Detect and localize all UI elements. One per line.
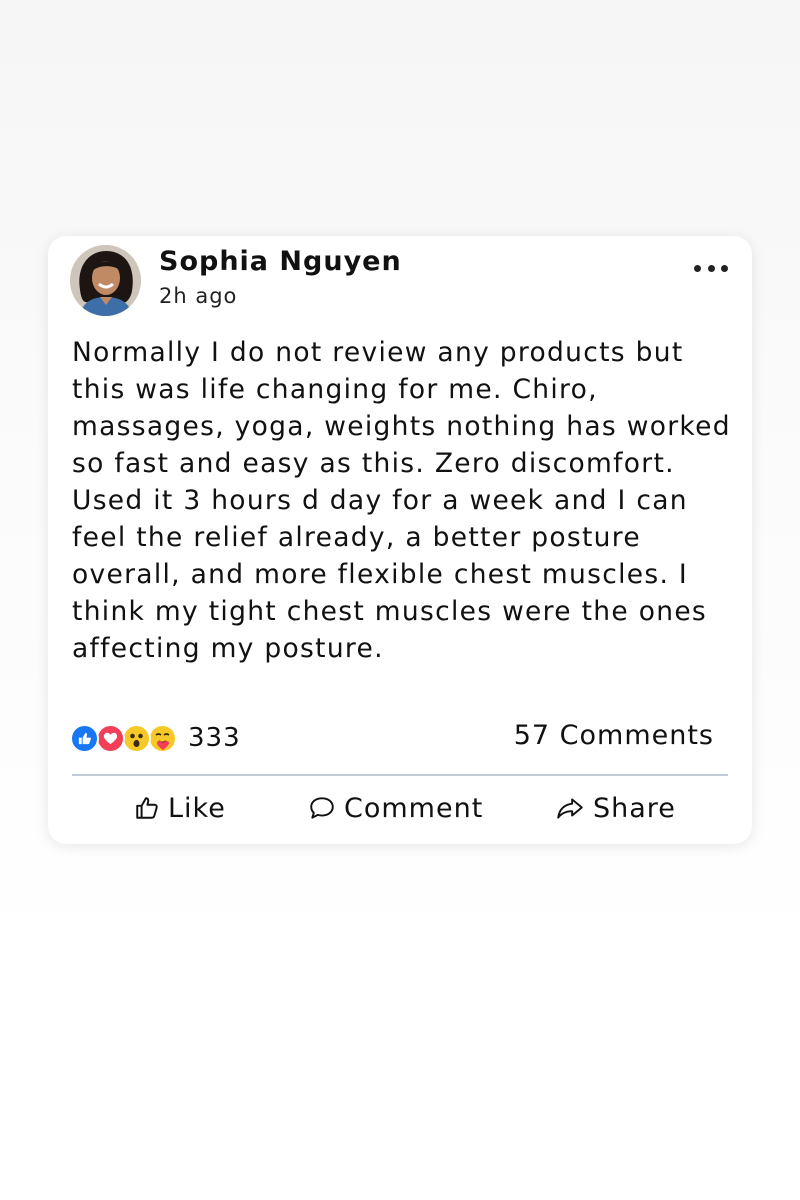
post-body: Normally I do not review any products bu… xyxy=(72,337,731,664)
more-horizontal-icon-dot xyxy=(707,264,715,272)
love-icon xyxy=(96,723,125,753)
share-label: Share xyxy=(593,792,676,824)
profile-photo xyxy=(70,245,141,316)
more-horizontal-icon-dot xyxy=(721,264,728,272)
wow-icon xyxy=(122,723,151,753)
care-icon xyxy=(148,723,177,753)
divider xyxy=(72,774,728,776)
reaction-count: 333 xyxy=(188,723,241,753)
reactions-summary[interactable]: 333 xyxy=(70,722,241,754)
thumbs-up-icon xyxy=(136,797,158,819)
more-horizontal-icon xyxy=(694,264,701,272)
post-timestamp[interactable]: 2h ago xyxy=(159,284,237,308)
author-name[interactable]: Sophia Nguyen xyxy=(159,246,402,277)
like-label: Like xyxy=(168,792,226,824)
like-icon xyxy=(70,723,99,753)
share-arrow-icon xyxy=(557,798,583,819)
comment-button[interactable]: Comment xyxy=(308,788,483,828)
more-options-button[interactable] xyxy=(694,256,728,280)
post-card: Sophia Nguyen 2h ago Normally I do not r… xyxy=(48,236,752,844)
like-button[interactable]: Like xyxy=(134,788,226,828)
comment-label: Comment xyxy=(344,792,484,824)
comments-count[interactable]: 57 Comments xyxy=(514,720,714,751)
avatar[interactable] xyxy=(70,245,141,316)
share-button[interactable]: Share xyxy=(555,788,676,828)
speech-bubble-icon xyxy=(310,797,334,819)
